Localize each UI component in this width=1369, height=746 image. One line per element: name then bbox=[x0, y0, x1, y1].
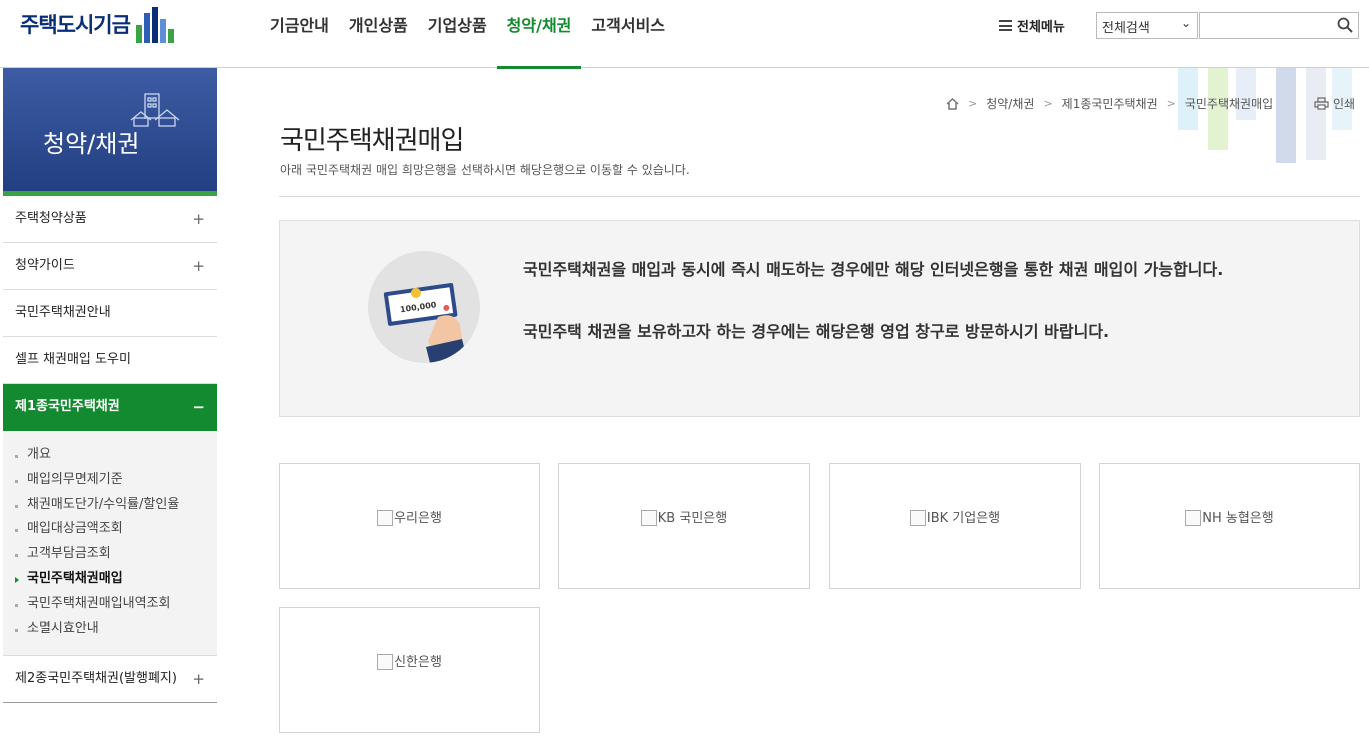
sidebar-item-self-purchase-helper[interactable]: 셀프 채권매입 도우미 bbox=[3, 337, 217, 384]
submenu-item-exemption-criteria[interactable]: 매입의무면제기준 bbox=[15, 468, 217, 493]
submenu-item-purchase-history[interactable]: 국민주택채권매입내역조회 bbox=[15, 592, 217, 617]
bank-card-shinhan[interactable]: 신한은행 bbox=[279, 607, 540, 733]
submenu-item-sale-price[interactable]: 채권매도단가/수익률/할인율 bbox=[15, 493, 217, 518]
bond-hand-illustration: 100,000 bbox=[368, 251, 480, 363]
nav-item-subscription-bonds[interactable]: 청약/채권 bbox=[496, 0, 582, 69]
title-divider bbox=[279, 196, 1360, 197]
sidebar-nav: 주택청약상품 + 청약가이드 + 국민주택채권안내 셀프 채권매입 도우미 제1… bbox=[3, 196, 217, 704]
bank-name: 신한은행 bbox=[394, 654, 442, 670]
sidebar-item-label: 제1종국민주택채권 bbox=[15, 399, 120, 414]
submenu-item-customer-charge[interactable]: 고객부담금조회 bbox=[15, 542, 217, 567]
sidebar-submenu: 개요 매입의무면제기준 채권매도단가/수익률/할인율 매입대상금액조회 고객부담… bbox=[3, 431, 217, 657]
nav-item-business-products[interactable]: 기업상품 bbox=[418, 0, 497, 68]
bank-card-kb[interactable]: KB 국민은행 bbox=[558, 463, 810, 589]
bank-name: IBK 기업은행 bbox=[926, 510, 1001, 526]
submenu-item-amount-lookup[interactable]: 매입대상금액조회 bbox=[15, 517, 217, 542]
sidebar-header: 청약/채권 bbox=[3, 68, 217, 196]
breadcrumb-item[interactable]: 청약/채권 bbox=[986, 95, 1034, 112]
breadcrumb-item[interactable]: 제1종국민주택채권 bbox=[1062, 95, 1158, 112]
printer-icon bbox=[1314, 97, 1329, 110]
sidebar-item-bond-info[interactable]: 국민주택채권안내 bbox=[3, 290, 217, 337]
expand-icon: + bbox=[192, 670, 205, 689]
search-icon[interactable] bbox=[1337, 17, 1353, 33]
submenu-item-bond-purchase[interactable]: 국민주택채권매입 bbox=[15, 567, 217, 592]
broken-image-icon bbox=[1185, 509, 1202, 526]
sidebar-item-label: 주택청약상품 bbox=[15, 211, 87, 226]
sidebar-title: 청약/채권 bbox=[43, 130, 140, 158]
bank-name: 우리은행 bbox=[394, 510, 442, 526]
all-menu-button[interactable]: 전체메뉴 bbox=[999, 16, 1065, 35]
sidebar-item-housing-subscription[interactable]: 주택청약상품 + bbox=[3, 196, 217, 243]
chevron-down-icon: ⌄ bbox=[1180, 16, 1191, 30]
breadcrumb-separator-icon: > bbox=[1043, 97, 1053, 110]
nav-item-fund-info[interactable]: 기금안내 bbox=[260, 0, 339, 68]
print-button[interactable]: 인쇄 bbox=[1314, 95, 1355, 112]
bank-card-ibk[interactable]: IBK 기업은행 bbox=[829, 463, 1081, 589]
global-nav: 기금안내 개인상품 기업상품 청약/채권 고객서비스 bbox=[260, 0, 675, 69]
logo-text: 주택도시기금 bbox=[20, 13, 131, 37]
submenu-item-overview[interactable]: 개요 bbox=[15, 443, 217, 468]
expand-icon: + bbox=[192, 210, 205, 228]
info-line-1: 국민주택채권을 매입과 동시에 즉시 매도하는 경우에만 해당 인터넷은행을 통… bbox=[523, 260, 1224, 279]
search-scope-select[interactable]: 전체검색 ⌄ bbox=[1096, 12, 1198, 39]
submenu-item-prescription[interactable]: 소멸시효안내 bbox=[15, 617, 217, 642]
bank-card-nh[interactable]: NH 농협은행 bbox=[1099, 463, 1360, 589]
breadcrumb-separator-icon: > bbox=[1166, 97, 1176, 110]
sidebar-item-label: 제2종국민주택채권(발행폐지) bbox=[15, 671, 177, 687]
sidebar-item-label: 국민주택채권안내 bbox=[15, 305, 111, 320]
search-scope-value: 전체검색 bbox=[1102, 21, 1150, 36]
breadcrumb-item-current: 국민주택채권매입 bbox=[1184, 97, 1274, 111]
site-logo[interactable]: 주택도시기금 bbox=[20, 5, 174, 43]
home-icon[interactable] bbox=[946, 97, 959, 110]
breadcrumb-separator-icon: > bbox=[968, 97, 978, 110]
breadcrumb: > 청약/채권 > 제1종국민주택채권 > 국민주택채권매입 bbox=[946, 95, 1273, 112]
search-input[interactable] bbox=[1199, 12, 1359, 39]
bank-name: KB 국민은행 bbox=[657, 510, 728, 526]
bank-card-woori[interactable]: 우리은행 bbox=[279, 463, 540, 589]
broken-image-icon bbox=[377, 653, 394, 670]
broken-image-icon bbox=[377, 509, 394, 526]
info-line-2: 국민주택 채권을 보유하고자 하는 경우에는 해당은행 영업 창구로 방문하시기… bbox=[523, 322, 1110, 341]
sidebar-item-label: 청약가이드 bbox=[15, 258, 75, 273]
hamburger-icon bbox=[999, 20, 1012, 31]
logo-mark-icon bbox=[135, 5, 174, 43]
page-title: 국민주택채권매입 bbox=[280, 126, 464, 156]
info-box: 100,000 국민주택채권을 매입과 동시에 즉시 매도하는 경우에만 해당 … bbox=[279, 220, 1360, 417]
global-header: 주택도시기금 기금안내 개인상품 기업상품 청약/채권 고객서비스 전체메뉴 전… bbox=[0, 0, 1369, 69]
bank-name: NH 농협은행 bbox=[1202, 510, 1274, 526]
sidebar-item-type2-bond[interactable]: 제2종국민주택채권(발행폐지) + bbox=[3, 656, 217, 704]
broken-image-icon bbox=[640, 509, 657, 526]
page-description: 아래 국민주택채권 매입 희망은행을 선택하시면 해당은행으로 이동할 수 있습… bbox=[280, 163, 690, 177]
sidebar-item-type1-bond[interactable]: 제1종국민주택채권 − bbox=[3, 384, 217, 431]
print-label: 인쇄 bbox=[1333, 97, 1356, 111]
nav-item-personal-products[interactable]: 개인상품 bbox=[339, 0, 418, 68]
all-menu-label: 전체메뉴 bbox=[1017, 20, 1065, 35]
collapse-icon: − bbox=[192, 398, 205, 416]
nav-item-customer-service[interactable]: 고객서비스 bbox=[581, 0, 675, 68]
broken-image-icon bbox=[909, 509, 926, 526]
sidebar-item-subscription-guide[interactable]: 청약가이드 + bbox=[3, 243, 217, 290]
info-text: 국민주택채권을 매입과 동시에 즉시 매도하는 경우에만 해당 인터넷은행을 통… bbox=[523, 255, 1313, 347]
expand-icon: + bbox=[192, 257, 205, 275]
sidebar-item-label: 셀프 채권매입 도우미 bbox=[15, 352, 131, 367]
